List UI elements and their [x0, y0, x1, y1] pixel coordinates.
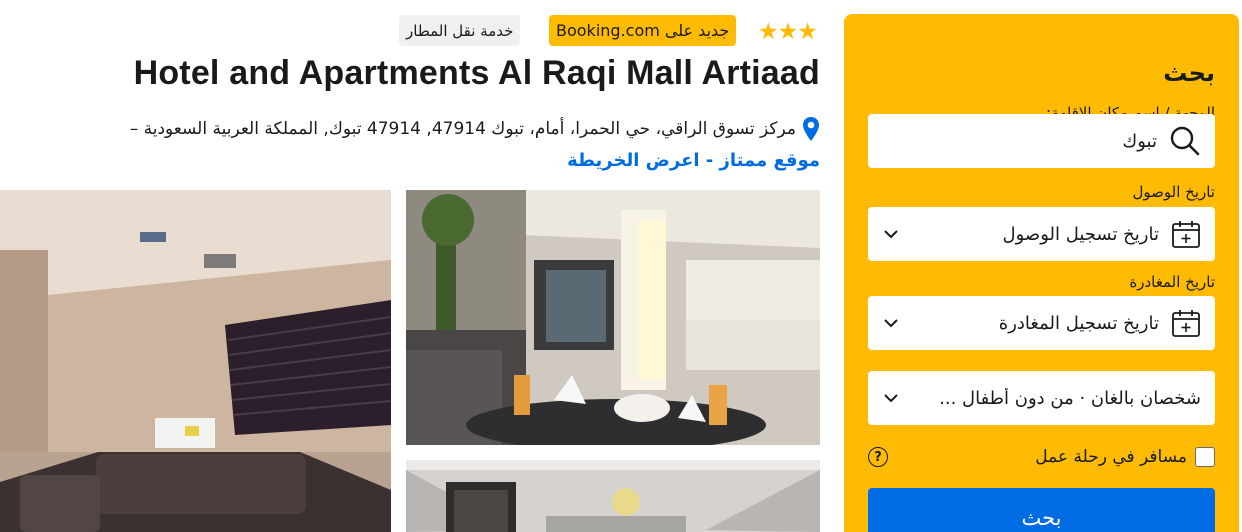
- checkin-value: تاريخ تسجيل الوصول: [1002, 223, 1159, 245]
- calendar-icon: [1171, 219, 1201, 249]
- checkin-date-picker[interactable]: تاريخ تسجيل الوصول: [868, 207, 1215, 261]
- star-rating: ★★★: [758, 18, 818, 46]
- new-on-booking-badge: جديد على Booking.com: [549, 15, 737, 46]
- hotel-address: مركز تسوق الراقي، حي الحمرا، أمام، تبوك …: [129, 119, 796, 139]
- search-icon: [1169, 125, 1201, 157]
- destination-input[interactable]: تبوك: [868, 114, 1215, 168]
- calendar-icon: [1171, 308, 1201, 338]
- guests-value: شخصان بالغان · من دون أطفال ...: [939, 387, 1201, 409]
- business-travel-row: مسافر في رحلة عمل ?: [868, 444, 1215, 470]
- guests-selector[interactable]: شخصان بالغان · من دون أطفال ...: [868, 371, 1215, 425]
- search-heading: بحث: [1163, 59, 1215, 87]
- checkout-value: تاريخ تسجيل المغادرة: [998, 312, 1159, 334]
- map-pin-icon: [802, 116, 820, 142]
- star-icon: ★: [758, 19, 779, 45]
- address-row: مركز تسوق الراقي، حي الحمرا، أمام، تبوك …: [0, 114, 820, 144]
- lobby-photo[interactable]: [406, 190, 820, 445]
- star-icon: ★: [797, 19, 818, 45]
- business-travel-checkbox[interactable]: [1195, 447, 1215, 467]
- star-icon: ★: [777, 19, 799, 45]
- room-photo[interactable]: [0, 190, 391, 532]
- checkout-label: تاريخ المغادرة: [1129, 273, 1215, 291]
- hotel-title: Hotel and Apartments Al Raqi Mall Artiaa…: [133, 54, 820, 92]
- chevron-down-icon: [882, 392, 900, 404]
- checkin-label: تاريخ الوصول: [1132, 183, 1216, 201]
- show-map-link[interactable]: موقع ممتاز - اعرض الخريطة: [567, 150, 820, 171]
- chevron-down-icon: [882, 317, 900, 329]
- search-sidebar: بحث الوجهة / اسم مكان الإقامة: تبوك تاري…: [844, 14, 1239, 532]
- mall-entrance-photo[interactable]: [406, 460, 820, 532]
- search-button[interactable]: بحث: [868, 488, 1215, 532]
- chevron-down-icon: [882, 228, 900, 240]
- checkout-date-picker[interactable]: تاريخ تسجيل المغادرة: [868, 296, 1215, 350]
- business-travel-label[interactable]: مسافر في رحلة عمل: [888, 447, 1187, 467]
- airport-shuttle-badge: خدمة نقل المطار: [399, 15, 521, 46]
- help-icon[interactable]: ?: [868, 447, 888, 467]
- destination-value: تبوك: [1122, 130, 1157, 152]
